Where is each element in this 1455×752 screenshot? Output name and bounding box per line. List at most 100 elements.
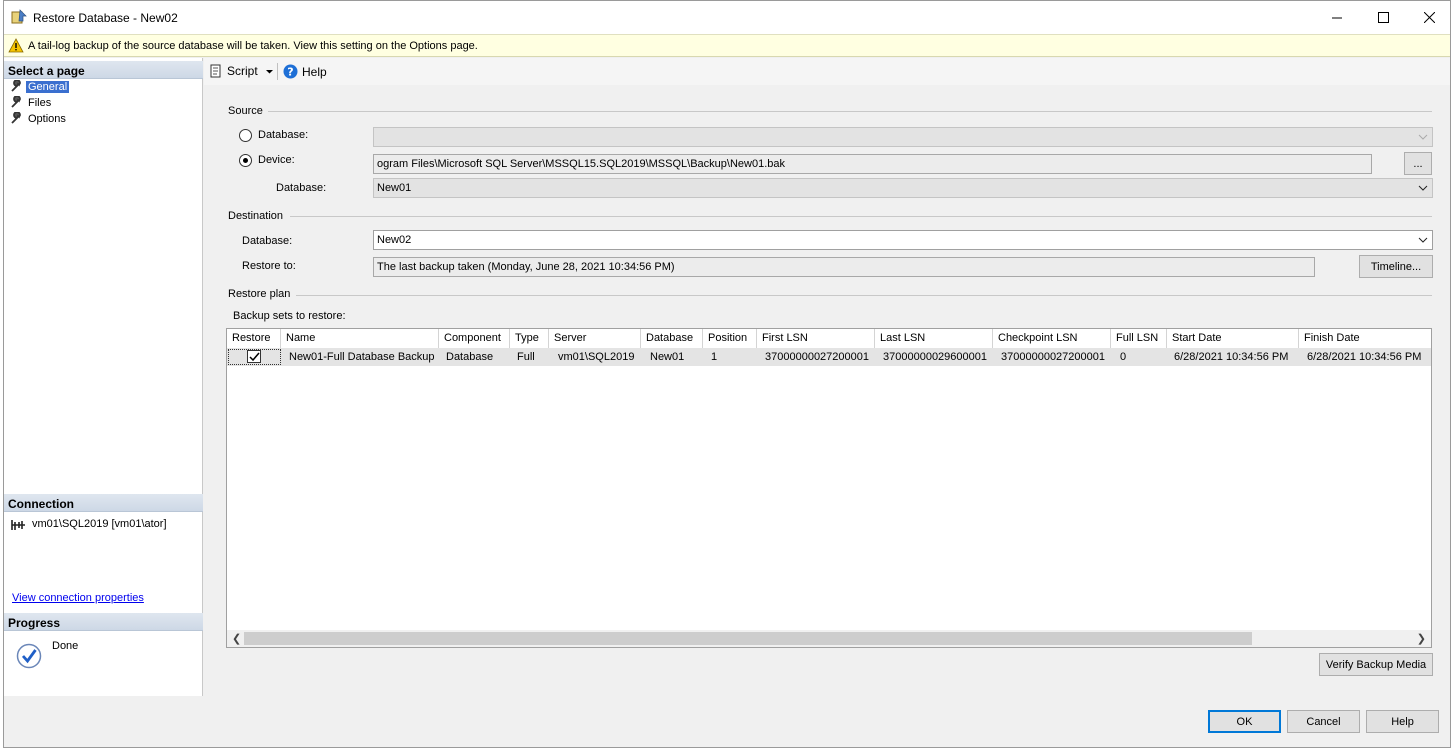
column-header[interactable]: Server [549,329,641,348]
wrench-icon [11,112,21,124]
close-button[interactable] [1406,1,1452,33]
source-database-dropdown[interactable] [373,127,1433,147]
cell-server: vm01\SQL2019 [558,351,635,363]
chevron-down-icon [1418,185,1428,191]
restore-plan-divider [296,295,1432,296]
help-toolbar-button[interactable]: ? Help [283,64,327,79]
column-header[interactable]: Position [703,329,757,348]
timeline-button[interactable]: Timeline... [1359,255,1433,278]
info-bar: A tail-log backup of the source database… [4,34,1450,57]
script-icon [210,64,221,78]
source-database-value: New01 [377,182,412,194]
page-files[interactable]: Files [10,95,53,110]
help-button[interactable]: Help [1366,710,1439,733]
column-header[interactable]: Start Date [1167,329,1299,348]
device-radio-label: Device: [258,154,295,166]
cell-start-date: 6/28/2021 10:34:56 PM [1174,351,1289,363]
progress-status: Done [52,640,79,652]
info-message: A tail-log backup of the source database… [28,40,478,52]
restore-to-field[interactable]: The last backup taken (Monday, June 28, … [373,257,1315,277]
minimize-button[interactable] [1314,1,1360,33]
maximize-button[interactable] [1360,1,1406,33]
cell-component: Database [446,351,494,363]
wrench-icon [11,80,21,92]
restore-database-icon [11,9,27,24]
destination-database-value: New02 [377,234,412,246]
horizontal-scrollbar[interactable]: ❮ ❯ [227,630,1431,647]
column-header[interactable]: First LSN [757,329,875,348]
page-options[interactable]: Options [10,111,68,126]
window-title: Restore Database - New02 [33,11,178,25]
title-bar: Restore Database - New02 [4,1,1450,34]
script-button[interactable]: Script [209,64,274,78]
page-options-label: Options [28,112,66,125]
device-path-field[interactable]: ogram Files\Microsoft SQL Server\MSSQL15… [373,154,1372,174]
view-connection-properties-link[interactable]: View connection properties [12,592,144,604]
script-label: Script [227,64,258,78]
destination-database-combo[interactable]: New02 [373,230,1433,250]
column-header[interactable]: Database [641,329,703,348]
page-files-label: Files [28,96,52,109]
source-divider [268,111,1432,112]
svg-text:?: ? [287,66,293,79]
column-header[interactable]: Checkpoint LSN [993,329,1111,348]
column-header[interactable]: Restore [227,329,281,348]
minimize-icon [1331,17,1342,18]
progress-header: Progress [4,613,203,631]
scrollbar-thumb[interactable] [244,632,1252,645]
page-general[interactable]: General [10,79,70,94]
device-radio[interactable] [239,154,252,167]
source-database-select[interactable]: New01 [373,178,1433,198]
restore-plan-legend: Restore plan [228,288,291,300]
server-connection-icon [11,520,25,530]
browse-device-button[interactable]: ... [1404,152,1432,175]
verify-backup-media-button[interactable]: Verify Backup Media [1319,653,1433,676]
column-header[interactable]: Finish Date [1299,329,1431,348]
scroll-left-icon[interactable]: ❮ [232,632,241,645]
table-row[interactable]: New01-Full Database Backup Database Full… [227,348,1431,366]
cell-full-lsn: 0 [1120,351,1127,363]
chevron-down-icon [1418,134,1428,140]
cell-name: New01-Full Database Backup [289,351,435,363]
cell-position: 1 [711,351,718,363]
database-radio[interactable] [239,129,252,142]
toolbar-separator [277,63,278,80]
general-page: Script ? Help Source Database: Device: o… [204,58,1450,696]
cell-type: Full [517,351,535,363]
close-icon [1423,11,1435,23]
restore-checkbox[interactable] [247,350,261,363]
column-header[interactable]: Component [439,329,510,348]
help-icon: ? [283,64,298,79]
chevron-down-icon [1418,237,1428,243]
destination-legend: Destination [228,210,284,222]
scroll-right-icon[interactable]: ❯ [1417,632,1426,645]
cell-database: New01 [650,351,685,363]
column-header[interactable]: Name [281,329,439,348]
connection-header: Connection [4,494,203,512]
grid-header: Restore Name Component Type Server Datab… [227,329,1431,348]
destination-divider [290,216,1432,217]
cell-first-lsn: 37000000027200001 [765,351,870,363]
help-label: Help [302,64,327,79]
cell-last-lsn: 37000000029600001 [883,351,988,363]
wrench-icon [11,96,21,108]
cell-checkpoint-lsn: 37000000027200001 [1001,351,1106,363]
source-legend: Source [228,105,263,117]
done-check-icon [16,643,42,669]
warning-icon [8,38,24,53]
maximize-icon [1377,11,1389,23]
column-header[interactable]: Type [510,329,549,348]
destination-database-label: Database: [242,235,293,247]
column-header[interactable]: Full LSN [1111,329,1167,348]
backup-sets-grid[interactable]: Restore Name Component Type Server Datab… [226,328,1432,648]
ok-button[interactable]: OK [1208,710,1281,733]
page-selector-pane: Select a page General Files Options Conn… [4,58,203,696]
source-database-label: Database: [276,182,327,194]
cancel-button[interactable]: Cancel [1287,710,1360,733]
toolbar: Script ? Help [204,58,1450,85]
connection-info: vm01\SQL2019 [vm01\ator] [32,518,167,530]
checkmark-icon [249,352,260,362]
column-header[interactable]: Last LSN [875,329,993,348]
restore-to-label: Restore to: [242,260,296,272]
dropdown-arrow-icon [265,69,273,73]
